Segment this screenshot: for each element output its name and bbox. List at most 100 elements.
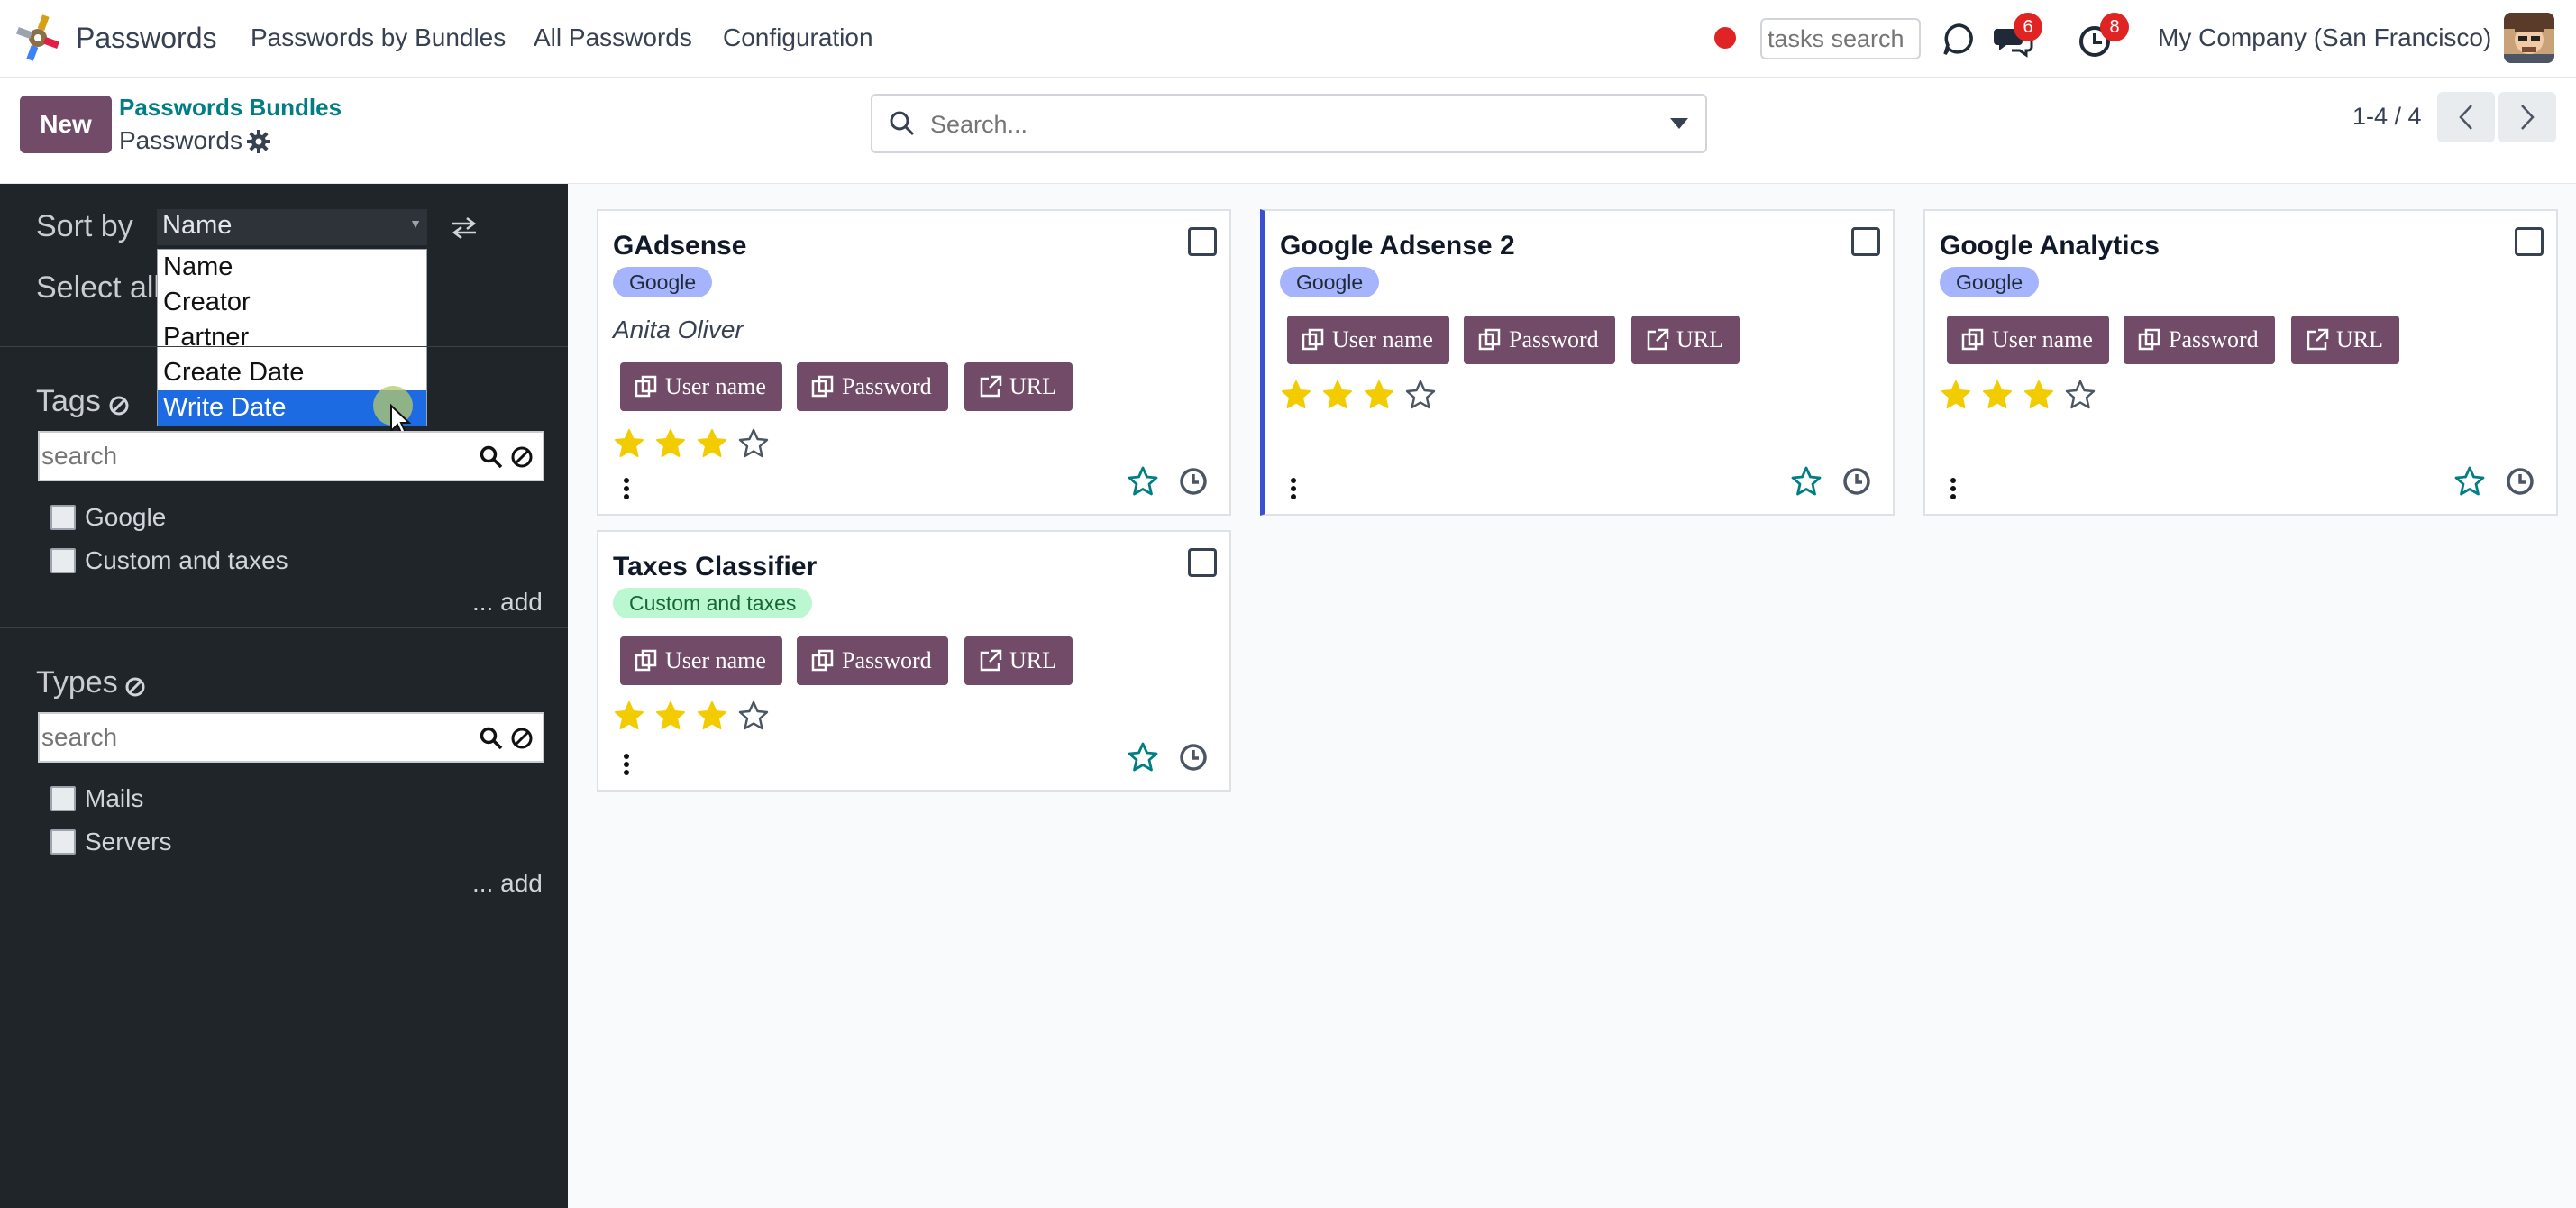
pager-previous-button[interactable] (2437, 92, 2495, 142)
favorite-star-icon[interactable] (2453, 465, 2486, 498)
recording-indicator-icon[interactable] (1714, 27, 1736, 49)
copy-password-button[interactable]: Password (797, 636, 948, 685)
priority-stars[interactable] (613, 427, 770, 460)
star-empty-icon[interactable] (737, 700, 770, 732)
open-url-button[interactable]: URL (2291, 316, 2399, 364)
tag-google-checkbox[interactable] (50, 505, 76, 530)
copy-username-button[interactable]: User name (1287, 316, 1449, 364)
discuss-icon[interactable] (1940, 20, 1979, 59)
type-servers-checkbox[interactable] (50, 829, 76, 855)
clear-search-icon[interactable] (510, 445, 534, 469)
search-options-toggle[interactable] (1653, 94, 1707, 153)
gear-icon[interactable] (247, 130, 270, 153)
copy-password-button[interactable]: Password (2124, 316, 2275, 364)
user-avatar[interactable] (2504, 13, 2554, 63)
activity-clock-icon[interactable] (1179, 467, 1208, 496)
type-mails-checkbox[interactable] (50, 786, 76, 811)
types-search-box[interactable] (38, 712, 544, 763)
priority-stars[interactable] (613, 700, 770, 732)
star-filled-icon[interactable] (613, 700, 645, 732)
breadcrumb-passwords-bundles[interactable]: Passwords Bundles (119, 94, 342, 122)
copy-password-button[interactable]: Password (1464, 316, 1615, 364)
star-empty-icon[interactable] (737, 427, 770, 460)
copy-password-button[interactable]: Password (797, 362, 948, 411)
favorite-star-icon[interactable] (1127, 465, 1159, 498)
activities-button[interactable]: 8 (2075, 13, 2129, 59)
priority-stars[interactable] (1940, 379, 2096, 411)
sort-option-creator[interactable]: Creator (158, 285, 426, 320)
password-card[interactable]: Google Analytics Google User name Passwo… (1923, 209, 2558, 516)
clear-search-icon[interactable] (510, 727, 534, 750)
open-url-button[interactable]: URL (964, 362, 1073, 411)
types-search-input[interactable] (41, 721, 447, 754)
sort-option-partner[interactable]: Partner (158, 320, 426, 355)
star-filled-icon[interactable] (1940, 379, 1972, 411)
app-logo-icon[interactable] (14, 13, 61, 63)
card-menu-icon[interactable] (624, 754, 629, 775)
types-add-link[interactable]: ... add (472, 869, 543, 898)
messages-button[interactable]: 6 (1994, 13, 2042, 59)
sort-direction-icon[interactable] (451, 216, 478, 240)
clear-tags-filter-icon[interactable] (108, 395, 130, 416)
tag-google-label[interactable]: Google (85, 503, 166, 532)
password-card[interactable]: Google Adsense 2 Google User name Passwo… (1260, 209, 1895, 516)
star-filled-icon[interactable] (613, 427, 645, 460)
open-url-label: URL (1009, 647, 1056, 673)
open-url-button[interactable]: URL (1631, 316, 1740, 364)
type-servers-label[interactable]: Servers (85, 828, 171, 856)
star-filled-icon[interactable] (1321, 379, 1354, 411)
type-mails-label[interactable]: Mails (85, 784, 143, 813)
tags-add-link[interactable]: ... add (472, 588, 543, 617)
app-name[interactable]: Passwords (76, 22, 217, 55)
card-select-checkbox[interactable] (1188, 227, 1217, 256)
activity-clock-icon[interactable] (2506, 467, 2535, 496)
star-empty-icon[interactable] (2064, 379, 2096, 411)
priority-stars[interactable] (1280, 379, 1437, 411)
tag-custom-taxes-checkbox[interactable] (50, 548, 76, 573)
password-card[interactable]: Taxes Classifier Custom and taxes User n… (597, 530, 1231, 792)
card-select-checkbox[interactable] (1851, 227, 1880, 256)
star-filled-icon[interactable] (2023, 379, 2055, 411)
clear-types-filter-icon[interactable] (124, 676, 146, 698)
new-button[interactable]: New (20, 96, 112, 153)
card-menu-icon[interactable] (1950, 478, 1956, 499)
menu-all-passwords[interactable]: All Passwords (534, 23, 692, 52)
star-filled-icon[interactable] (696, 700, 728, 732)
star-filled-icon[interactable] (654, 700, 687, 732)
favorite-star-icon[interactable] (1127, 741, 1159, 773)
star-filled-icon[interactable] (1280, 379, 1312, 411)
search-input[interactable] (930, 105, 1633, 144)
open-url-button[interactable]: URL (964, 636, 1073, 685)
card-select-checkbox[interactable] (1188, 548, 1217, 577)
card-menu-icon[interactable] (1291, 478, 1296, 499)
pager-value[interactable]: 1-4 / 4 (2352, 103, 2422, 131)
select-all-label[interactable]: Select all (36, 270, 160, 306)
sort-by-select[interactable]: Name ▼ (157, 209, 427, 245)
search-icon[interactable] (480, 727, 503, 750)
copy-username-button[interactable]: User name (1947, 316, 2109, 364)
copy-username-button[interactable]: User name (620, 362, 782, 411)
copy-username-button[interactable]: User name (620, 636, 782, 685)
search-bar[interactable] (871, 94, 1655, 153)
search-icon[interactable] (480, 445, 503, 469)
sort-option-name[interactable]: Name (158, 250, 426, 285)
card-select-checkbox[interactable] (2515, 227, 2544, 256)
activity-clock-icon[interactable] (1179, 743, 1208, 772)
star-filled-icon[interactable] (1981, 379, 2014, 411)
pager-next-button[interactable] (2498, 92, 2556, 142)
menu-passwords-by-bundles[interactable]: Passwords by Bundles (251, 23, 506, 52)
tags-search-input[interactable] (41, 440, 447, 472)
password-card[interactable]: GAdsense Google Anita Oliver User name P… (597, 209, 1231, 516)
card-menu-icon[interactable] (624, 478, 629, 499)
star-filled-icon[interactable] (696, 427, 728, 460)
tasks-search-input[interactable] (1760, 18, 1921, 59)
star-filled-icon[interactable] (1363, 379, 1395, 411)
star-empty-icon[interactable] (1404, 379, 1437, 411)
star-filled-icon[interactable] (654, 427, 687, 460)
tag-custom-taxes-label[interactable]: Custom and taxes (85, 546, 288, 575)
activity-clock-icon[interactable] (1842, 467, 1871, 496)
company-switcher[interactable]: My Company (San Francisco) (2158, 23, 2491, 52)
menu-configuration[interactable]: Configuration (723, 23, 873, 52)
tags-search-box[interactable] (38, 431, 544, 481)
favorite-star-icon[interactable] (1790, 465, 1822, 498)
